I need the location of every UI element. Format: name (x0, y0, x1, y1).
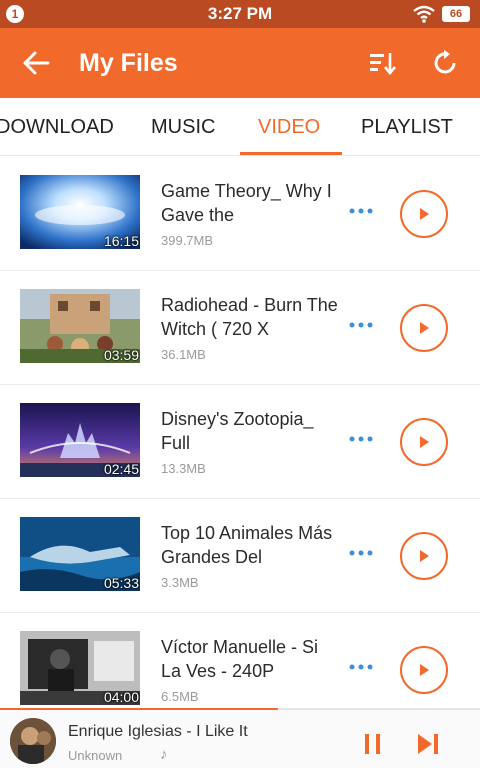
video-duration: 05:33 (103, 575, 139, 591)
page-title: My Files (79, 49, 178, 77)
tab-playlist[interactable]: PLAYLIST (361, 116, 453, 139)
sort-icon[interactable] (368, 50, 396, 76)
more-options-icon[interactable] (348, 435, 374, 443)
album-art[interactable] (10, 718, 56, 764)
list-item[interactable]: 16:15 Game Theory_ Why I Gave the 399.7M… (0, 157, 480, 271)
video-thumbnail[interactable]: 05:33 (20, 517, 140, 591)
more-options-icon[interactable] (348, 663, 374, 671)
video-size: 13.3MB (161, 461, 206, 476)
play-button[interactable] (400, 190, 448, 238)
battery-icon: 66 (442, 6, 470, 22)
now-playing-artist: Unknown (68, 748, 123, 763)
play-button[interactable] (400, 418, 448, 466)
play-button[interactable] (400, 646, 448, 694)
skip-next-icon[interactable] (416, 732, 440, 756)
play-button[interactable] (400, 304, 448, 352)
tab-bar: DOWNLOAD MUSIC VIDEO PLAYLIST (0, 98, 480, 156)
play-icon (420, 322, 429, 334)
video-thumbnail[interactable]: 02:45 (20, 403, 140, 477)
video-duration: 03:59 (103, 347, 139, 363)
video-title: Game Theory_ Why I Gave the (161, 181, 332, 225)
video-size: 3.3MB (161, 575, 199, 590)
play-icon (420, 664, 429, 676)
active-tab-indicator (240, 152, 342, 155)
music-note-icon: ♪ (160, 746, 168, 763)
video-duration: 02:45 (103, 461, 139, 477)
tab-video[interactable]: VIDEO (258, 116, 320, 139)
more-options-icon[interactable] (348, 549, 374, 557)
back-arrow-icon[interactable] (22, 50, 50, 76)
list-item[interactable]: 05:33 Top 10 Animales Más Grandes Del 3.… (0, 499, 480, 613)
video-title: Radiohead - Burn The Witch ( 720 X (161, 295, 338, 339)
video-title: Víctor Manuelle - Si La Ves - 240P (161, 637, 319, 681)
video-duration: 04:00 (103, 689, 139, 705)
playback-progress-track[interactable] (0, 708, 480, 710)
video-title: Top 10 Animales Más Grandes Del (161, 523, 333, 567)
play-button[interactable] (400, 532, 448, 580)
status-time: 3:27 PM (207, 4, 273, 23)
wifi-icon (413, 5, 435, 23)
video-size: 6.5MB (161, 689, 199, 704)
video-title: Disney's Zootopia_ Full (161, 409, 314, 453)
pause-icon[interactable] (362, 732, 384, 756)
tab-music[interactable]: MUSIC (151, 116, 215, 139)
album-art-image (10, 718, 56, 764)
now-playing-title: Enrique Iglesias - I Like It (68, 723, 248, 740)
video-thumbnail[interactable]: 16:15 (20, 175, 140, 249)
video-size: 36.1MB (161, 347, 206, 362)
list-item[interactable]: 03:59 Radiohead - Burn The Witch ( 720 X… (0, 271, 480, 385)
play-icon (420, 208, 429, 220)
video-thumbnail[interactable]: 04:00 (20, 631, 140, 705)
video-size: 399.7MB (161, 233, 214, 248)
refresh-icon[interactable] (432, 49, 460, 77)
video-thumbnail[interactable]: 03:59 (20, 289, 140, 363)
video-duration: 16:15 (103, 233, 139, 249)
list-item[interactable]: 02:45 Disney's Zootopia_ Full 13.3MB (0, 385, 480, 499)
tab-download[interactable]: DOWNLOAD (0, 116, 114, 139)
play-icon (420, 436, 429, 448)
mini-player[interactable]: Enrique Iglesias - I Like It Unknown ♪ (0, 708, 480, 768)
status-bar: 1 3:27 PM 66 (0, 0, 480, 28)
app-bar: My Files (0, 28, 480, 98)
more-options-icon[interactable] (348, 321, 374, 329)
play-icon (420, 550, 429, 562)
playback-progress-fill (0, 708, 279, 710)
more-options-icon[interactable] (348, 207, 374, 215)
